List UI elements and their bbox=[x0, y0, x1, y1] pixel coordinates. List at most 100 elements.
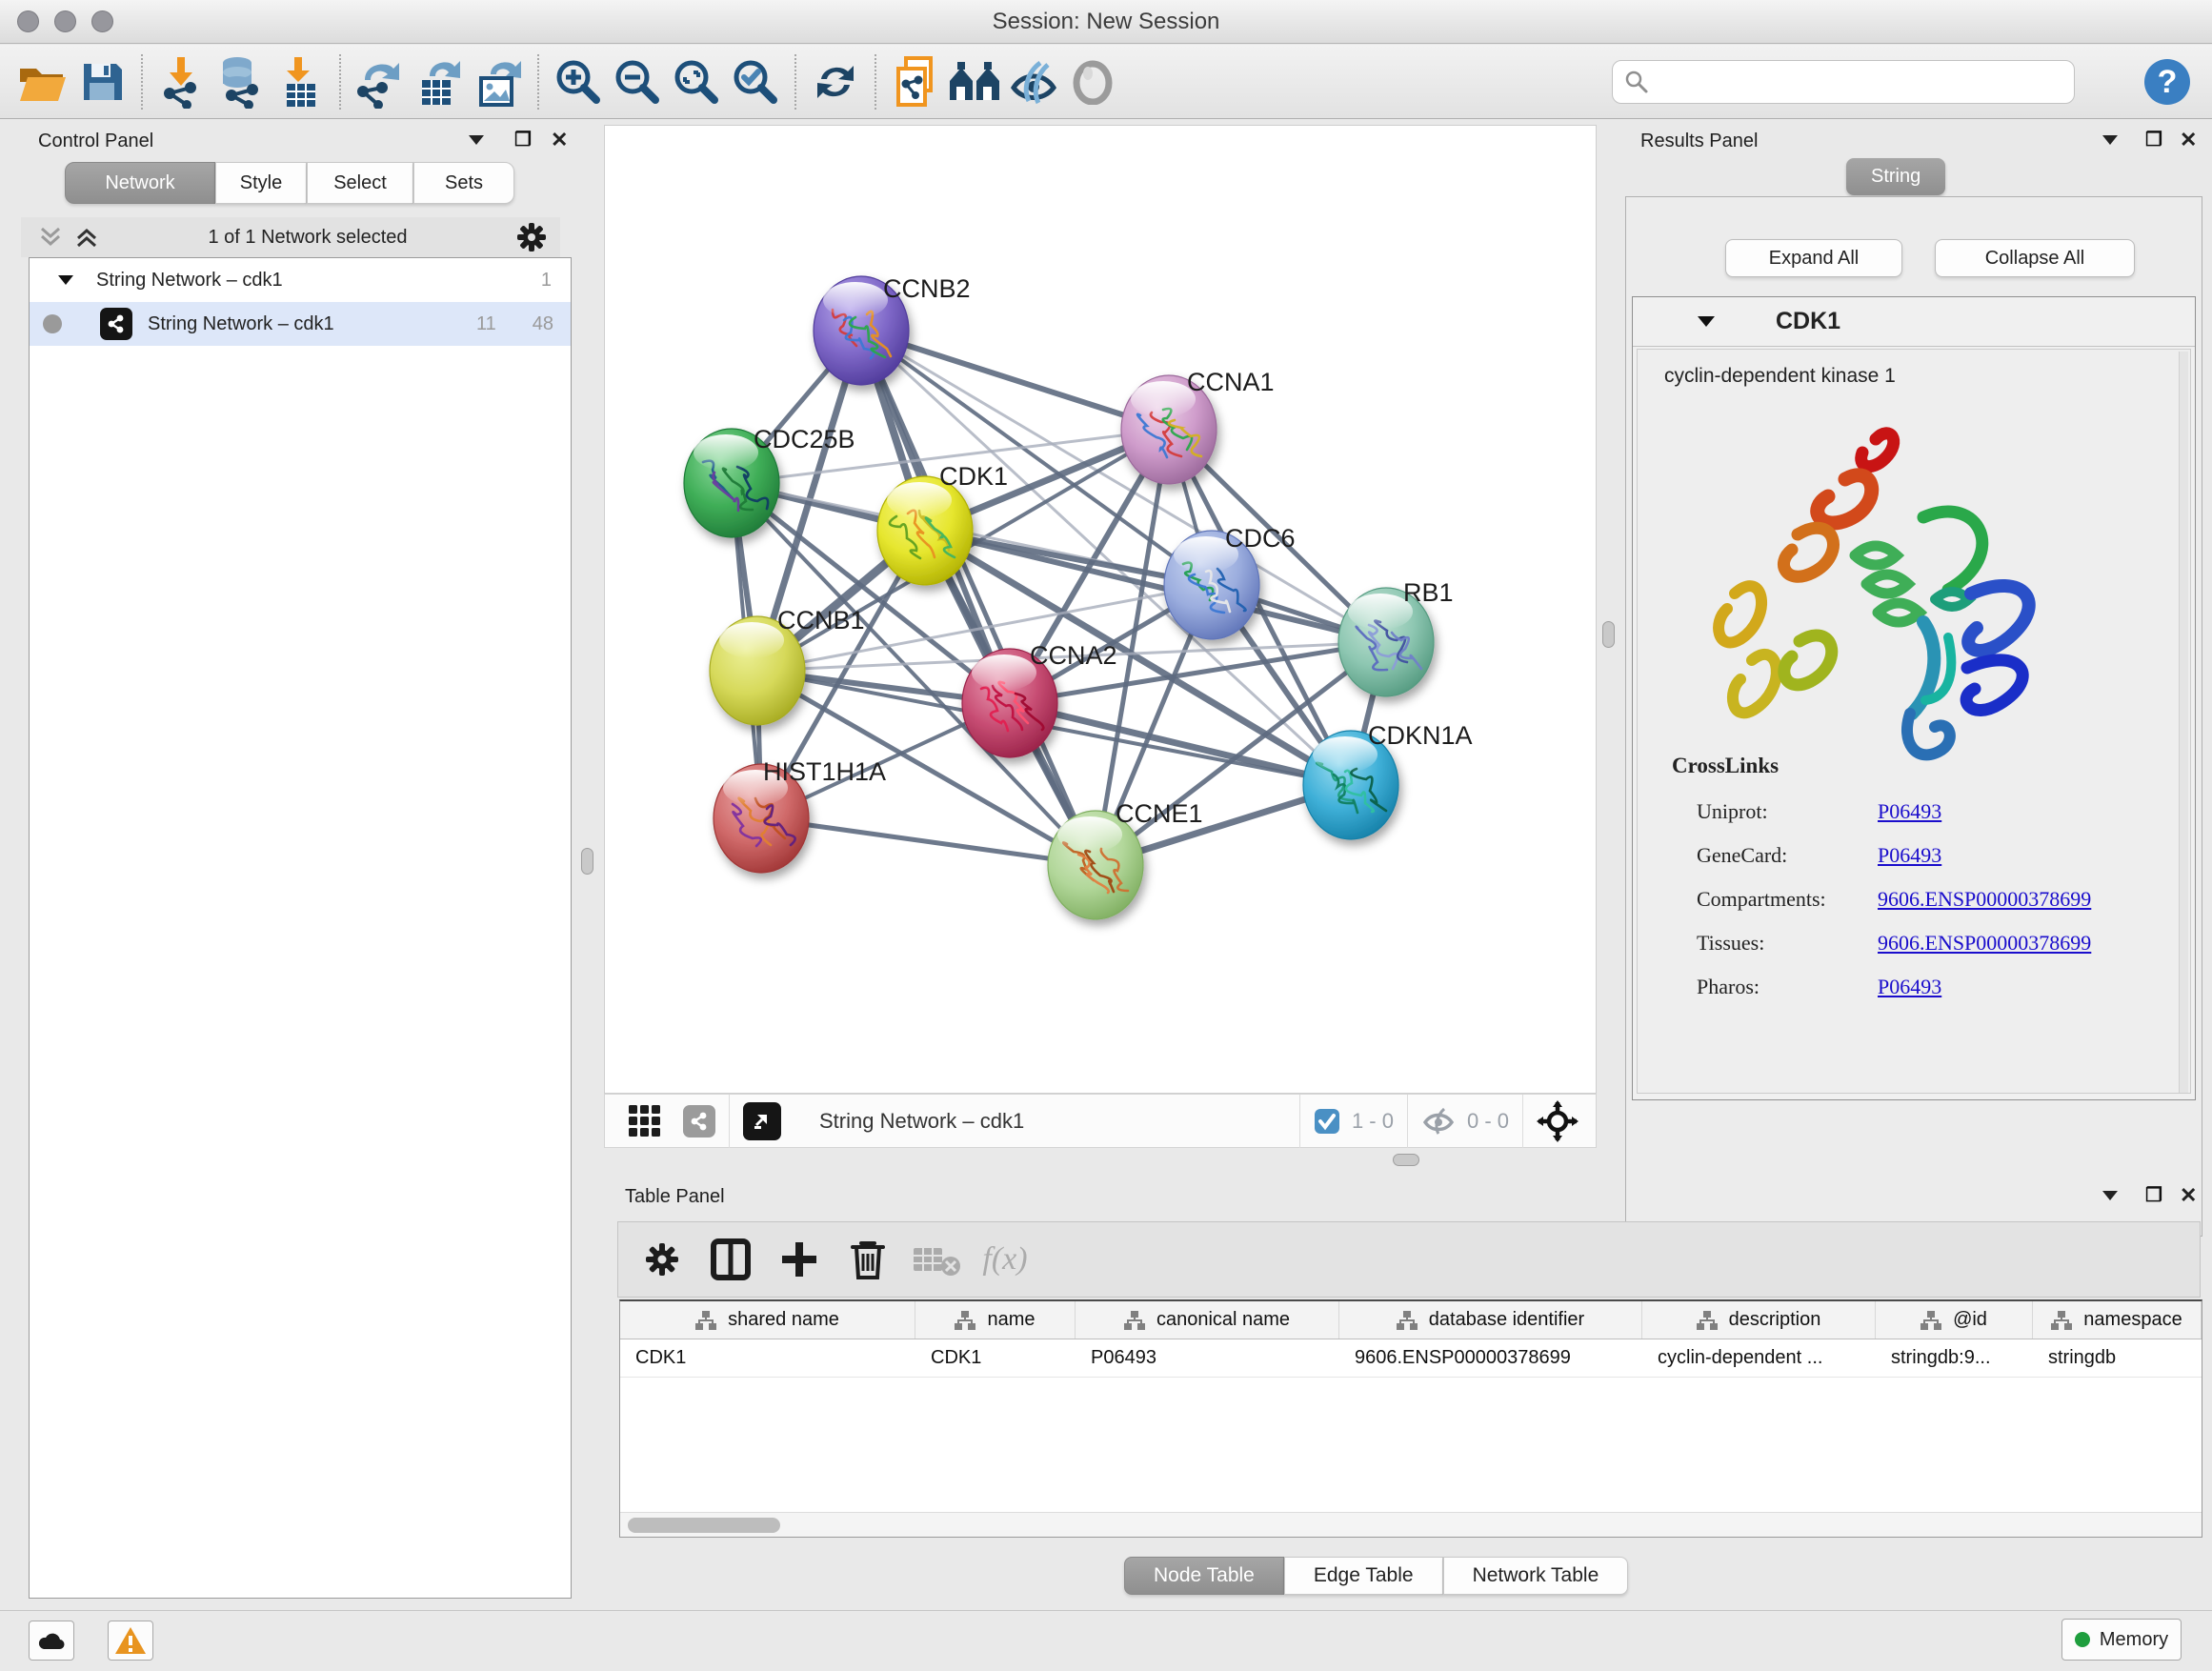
open-session-button[interactable] bbox=[13, 52, 72, 111]
import-network-database-button[interactable] bbox=[211, 52, 271, 111]
right-splitter-handle[interactable] bbox=[1602, 621, 1615, 648]
network-row[interactable]: String Network – cdk1 11 48 bbox=[30, 302, 571, 346]
network-edge[interactable] bbox=[861, 331, 1096, 865]
table-settings-button[interactable] bbox=[628, 1229, 696, 1290]
tab-network-table[interactable]: Network Table bbox=[1443, 1557, 1629, 1595]
tab-select[interactable]: Select bbox=[307, 162, 413, 204]
add-column-button[interactable] bbox=[765, 1229, 834, 1290]
column-header[interactable]: name bbox=[915, 1301, 1076, 1339]
tab-sets[interactable]: Sets bbox=[413, 162, 514, 204]
panel-close-icon[interactable]: ✕ bbox=[2180, 1183, 2197, 1208]
refresh-icon bbox=[812, 58, 859, 106]
birdseye-toggle-icon[interactable] bbox=[743, 1102, 781, 1140]
gear-icon[interactable] bbox=[516, 222, 547, 252]
export-table-button[interactable] bbox=[410, 52, 469, 111]
zoom-fit-button[interactable] bbox=[667, 52, 726, 111]
center-view-icon[interactable] bbox=[1537, 1100, 1579, 1142]
network-edge[interactable] bbox=[761, 818, 1096, 865]
network-collection-row[interactable]: String Network – cdk1 1 bbox=[30, 258, 571, 302]
crosslink-tissues[interactable]: 9606.ENSP00000378699 bbox=[1878, 931, 2091, 956]
tree-expand-icon[interactable] bbox=[56, 273, 75, 287]
help-button[interactable]: ? bbox=[2138, 52, 2197, 111]
clear-table-button[interactable] bbox=[902, 1229, 971, 1290]
apply-layout-button[interactable] bbox=[806, 52, 865, 111]
column-header[interactable]: database identifier bbox=[1339, 1301, 1642, 1339]
warnings-button[interactable] bbox=[108, 1621, 153, 1661]
node-label: CDKN1A bbox=[1368, 721, 1473, 750]
crosslink-label: GeneCard: bbox=[1697, 843, 1878, 868]
search-input[interactable] bbox=[1649, 70, 2049, 92]
zoom-in-button[interactable] bbox=[549, 52, 608, 111]
network-canvas[interactable]: CCNB2CCNA1CDC25BCDK1CDC6RB1CCNB1CCNA2CDK… bbox=[604, 125, 1597, 1094]
table-hscrollbar-thumb[interactable] bbox=[628, 1518, 780, 1533]
hierarchy-icon bbox=[1397, 1311, 1418, 1330]
tab-string[interactable]: String bbox=[1846, 158, 1945, 195]
panel-close-icon[interactable]: ✕ bbox=[551, 128, 568, 152]
network-view-icon[interactable] bbox=[683, 1105, 715, 1137]
grid-view-icon[interactable] bbox=[628, 1104, 662, 1138]
show-all-networks-button[interactable] bbox=[945, 52, 1004, 111]
show-columns-button[interactable] bbox=[696, 1229, 765, 1290]
export-network-button[interactable] bbox=[351, 52, 410, 111]
table-row[interactable]: CDK1CDK1P064939606.ENSP00000378699cyclin… bbox=[620, 1339, 2202, 1378]
tab-network[interactable]: Network bbox=[65, 162, 215, 204]
panel-float-icon[interactable]: ❒ bbox=[514, 128, 532, 151]
collapse-all-icon[interactable] bbox=[38, 225, 63, 250]
toolbar-separator bbox=[794, 54, 796, 110]
search-field[interactable] bbox=[1612, 60, 2075, 104]
cloud-button[interactable] bbox=[29, 1621, 74, 1661]
network-graph[interactable]: CCNB2CCNA1CDC25BCDK1CDC6RB1CCNB1CCNA2CDK… bbox=[605, 126, 1596, 1093]
bottom-splitter-handle[interactable] bbox=[1393, 1154, 1419, 1166]
network-list-header: 1 of 1 Network selected bbox=[21, 217, 560, 257]
import-table-button[interactable] bbox=[271, 52, 330, 111]
crosslink-genecard[interactable]: P06493 bbox=[1878, 843, 1941, 868]
table-cell: P06493 bbox=[1076, 1339, 1339, 1377]
panel-menu-icon[interactable] bbox=[2101, 1189, 2120, 1202]
network-node-ccna1[interactable]: CCNA1 bbox=[1121, 368, 1275, 484]
crosslink-pharos[interactable]: P06493 bbox=[1878, 975, 1941, 999]
zoom-selected-button[interactable] bbox=[726, 52, 785, 111]
tab-style[interactable]: Style bbox=[215, 162, 307, 204]
network-node-cdkn1a[interactable]: CDKN1A bbox=[1303, 721, 1473, 839]
crosslink-uniprot[interactable]: P06493 bbox=[1878, 799, 1941, 824]
column-header[interactable]: canonical name bbox=[1076, 1301, 1339, 1339]
network-node-rb1[interactable]: RB1 bbox=[1338, 578, 1454, 696]
export-image-button[interactable] bbox=[469, 52, 528, 111]
network-node-cdc6[interactable]: CDC6 bbox=[1164, 524, 1296, 639]
copy-network-button[interactable] bbox=[886, 52, 945, 111]
zoom-out-button[interactable] bbox=[608, 52, 667, 111]
title-bar: Session: New Session bbox=[0, 0, 2212, 44]
column-header[interactable]: description bbox=[1642, 1301, 1876, 1339]
results-scrollbar[interactable] bbox=[2179, 352, 2188, 1093]
function-builder-button[interactable]: f(x) bbox=[971, 1229, 1039, 1290]
delete-column-button[interactable] bbox=[834, 1229, 902, 1290]
network-node-ccna2[interactable]: CCNA2 bbox=[962, 641, 1117, 757]
selected-checkbox-icon[interactable] bbox=[1314, 1108, 1340, 1135]
save-session-button[interactable] bbox=[72, 52, 131, 111]
panel-close-icon[interactable]: ✕ bbox=[2180, 128, 2197, 152]
expand-all-button[interactable]: Expand All bbox=[1725, 239, 1902, 277]
column-header[interactable]: @id bbox=[1876, 1301, 2033, 1339]
collapse-all-button[interactable]: Collapse All bbox=[1935, 239, 2135, 277]
column-header[interactable]: namespace bbox=[2033, 1301, 2202, 1339]
crosslink-compartments[interactable]: 9606.ENSP00000378699 bbox=[1878, 887, 2091, 912]
left-splitter-handle[interactable] bbox=[581, 848, 593, 875]
import-network-file-button[interactable] bbox=[152, 52, 211, 111]
panel-float-icon[interactable]: ❒ bbox=[2145, 1183, 2162, 1207]
memory-button[interactable]: Memory bbox=[2061, 1619, 2182, 1661]
grayscale-eye-button[interactable] bbox=[1063, 52, 1122, 111]
network-node-ccnb2[interactable]: CCNB2 bbox=[814, 274, 971, 385]
panel-menu-icon[interactable] bbox=[2101, 133, 2120, 147]
hidden-eye-icon[interactable] bbox=[1421, 1107, 1456, 1136]
tab-node-table[interactable]: Node Table bbox=[1124, 1557, 1284, 1595]
gene-card-header[interactable]: CDK1 bbox=[1633, 297, 2195, 347]
gene-expand-icon[interactable] bbox=[1696, 314, 1717, 329]
database-icon bbox=[216, 55, 266, 109]
column-header[interactable]: shared name bbox=[620, 1301, 915, 1339]
panel-float-icon[interactable]: ❒ bbox=[2145, 128, 2162, 151]
expand-all-icon[interactable] bbox=[74, 225, 99, 250]
panel-menu-icon[interactable] bbox=[467, 133, 486, 147]
network-node-hist1h1a[interactable]: HIST1H1A bbox=[714, 757, 886, 873]
tab-edge-table[interactable]: Edge Table bbox=[1284, 1557, 1443, 1595]
hide-graphics-details-button[interactable] bbox=[1004, 52, 1063, 111]
